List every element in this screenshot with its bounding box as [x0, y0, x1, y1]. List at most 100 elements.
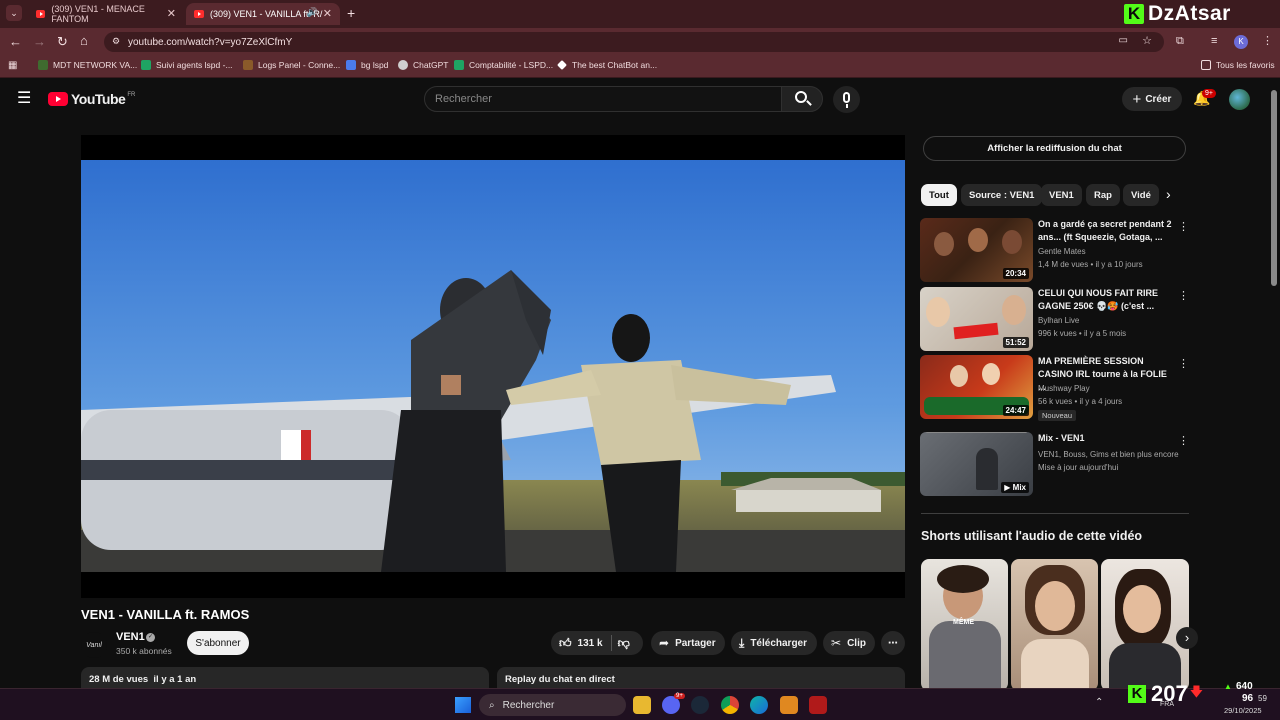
- recommendation-item[interactable]: ▶ Mix Mix - VEN1 VEN1, Bouss, Gims et bi…: [920, 432, 1190, 496]
- more-options-icon[interactable]: ⋮: [1178, 220, 1189, 233]
- views-and-date: 28 M de vues il y a 1 an: [89, 674, 197, 685]
- shorts-next-button[interactable]: ›: [1176, 627, 1198, 649]
- search-icon-handle: [806, 100, 812, 106]
- chip-videos[interactable]: Vidé: [1123, 184, 1159, 206]
- share-button[interactable]: ➦ Partager: [651, 631, 725, 655]
- video-thumbnail[interactable]: 24:47: [920, 355, 1033, 419]
- chrome-icon[interactable]: [721, 696, 739, 714]
- edge-icon[interactable]: [750, 696, 768, 714]
- taskbar-search-label: Rechercher: [502, 699, 555, 711]
- channel-logo-text: Vanıl: [86, 641, 102, 649]
- windows-start-icon[interactable]: [455, 697, 471, 713]
- video-title[interactable]: On a gardé ça secret pendant 2 ans... (f…: [1038, 218, 1174, 244]
- cast-icon[interactable]: ▭: [1119, 35, 1128, 46]
- clock-date[interactable]: 29/10/2025: [1224, 706, 1262, 715]
- tab-search-dropdown-icon[interactable]: ⌄: [6, 5, 22, 21]
- recommendation-item[interactable]: 51:52 CELUI QUI NOUS FAIT RIRE GAGNE 250…: [920, 287, 1190, 351]
- new-tab-button[interactable]: +: [347, 5, 355, 21]
- bookmark-mdt[interactable]: MDT NETWORK VA...: [38, 60, 137, 70]
- short-thumbnail[interactable]: MÊME: [921, 559, 1008, 691]
- thumb-figure: [968, 228, 988, 252]
- channel-name[interactable]: Bylhan Live: [1038, 316, 1079, 325]
- video-title[interactable]: Mix - VEN1: [1038, 432, 1174, 445]
- file-explorer-icon[interactable]: [633, 696, 651, 714]
- video-player[interactable]: [81, 135, 905, 598]
- tab-vanilla[interactable]: (309) VEN1 - VANILLA ft. R/ 🔊 ✕: [186, 3, 340, 25]
- bookmark-logs[interactable]: Logs Panel - Conne...: [243, 60, 340, 70]
- bookmark-chatbot[interactable]: The best ChatBot an...: [557, 60, 657, 70]
- create-button[interactable]: + Créer: [1122, 87, 1182, 111]
- more-options-icon[interactable]: ⋮: [1178, 357, 1189, 370]
- stat-up-icon: ▲: [1224, 682, 1232, 691]
- account-avatar[interactable]: [1229, 89, 1250, 110]
- video-title[interactable]: CELUI QUI NOUS FAIT RIRE GAGNE 250€ 💀🥵 (…: [1038, 287, 1174, 313]
- chips-next-icon[interactable]: ›: [1166, 186, 1171, 202]
- youtube-favicon-icon: [194, 10, 204, 18]
- chip-all[interactable]: Tout: [921, 184, 957, 206]
- youtube-logo[interactable]: YouTube FR: [48, 91, 135, 107]
- all-favorites[interactable]: Tous les favoris: [1201, 60, 1275, 70]
- bookmark-bg-lspd[interactable]: bg lspd: [346, 60, 388, 70]
- subscribe-button[interactable]: S'abonner: [187, 631, 249, 655]
- taskbar-search[interactable]: ⌕ Rechercher: [479, 694, 626, 716]
- show-chat-replay-button[interactable]: Afficher la rediffusion du chat: [923, 136, 1186, 161]
- forward-icon[interactable]: →: [33, 34, 46, 49]
- voice-search-button[interactable]: [833, 86, 860, 113]
- steam-icon[interactable]: [691, 696, 709, 714]
- chip-rap[interactable]: Rap: [1086, 184, 1120, 206]
- channel-name[interactable]: Gentle Mates: [1038, 247, 1086, 256]
- url-field[interactable]: ⚙ youtube.com/watch?v=yo7ZeXlCfmY ▭ ☆: [104, 32, 1164, 52]
- chip-source-ven1[interactable]: Source : VEN1: [961, 184, 1043, 206]
- tab-audio-icon[interactable]: 🔊: [307, 7, 318, 18]
- home-icon[interactable]: ⌂: [80, 33, 88, 48]
- mix-thumbnail[interactable]: ▶ Mix: [920, 432, 1033, 496]
- back-icon[interactable]: ←: [9, 34, 22, 49]
- recommendation-item[interactable]: 24:47 MA PREMIÈRE SESSION CASINO IRL tou…: [920, 355, 1190, 421]
- profile-avatar[interactable]: K: [1234, 35, 1248, 49]
- extensions-icon[interactable]: ⧉: [1176, 35, 1184, 48]
- tab-menace-fantome[interactable]: (309) VEN1 - MENACE FANTOM ✕: [28, 3, 184, 25]
- search-input[interactable]: Rechercher: [424, 86, 782, 112]
- dislike-button[interactable]: 👎︎: [618, 636, 630, 651]
- short-thumbnail[interactable]: [1011, 559, 1098, 691]
- app-icon[interactable]: [780, 696, 798, 714]
- browser-menu-icon[interactable]: ⋮: [1262, 34, 1273, 47]
- youtube-play-icon: [48, 92, 68, 106]
- clip-button[interactable]: ✂ Clip: [823, 631, 875, 655]
- short-thumbnail[interactable]: [1101, 559, 1189, 691]
- bookmark-suivi[interactable]: Suivi agents lspd -...: [141, 60, 233, 70]
- page-scrollbar[interactable]: [1271, 90, 1277, 286]
- thumbs-down-icon: 👎︎: [617, 635, 630, 650]
- hamburger-menu-icon[interactable]: ☰: [17, 88, 31, 108]
- plus-icon: +: [1132, 90, 1142, 108]
- bookmark-comptabilite[interactable]: Comptabilité - LSPD...: [454, 60, 553, 70]
- video-frame[interactable]: [81, 160, 905, 572]
- bookmark-star-icon[interactable]: ☆: [1142, 34, 1152, 47]
- search-button[interactable]: [781, 86, 823, 112]
- sheets-icon: [454, 60, 464, 70]
- reload-icon[interactable]: ↻: [57, 34, 68, 50]
- game-launcher-icon[interactable]: [809, 696, 827, 714]
- channel-name[interactable]: VEN1: [116, 631, 145, 643]
- recommendation-item[interactable]: 20:34 On a gardé ça secret pendant 2 ans…: [920, 218, 1190, 282]
- channel-avatar[interactable]: Vanıl: [81, 632, 107, 658]
- channel-name[interactable]: Mushway Play: [1038, 384, 1090, 393]
- chip-ven1[interactable]: VEN1: [1041, 184, 1082, 206]
- site-info-icon[interactable]: ⚙: [112, 36, 120, 47]
- video-thumbnail[interactable]: 20:34: [920, 218, 1033, 282]
- more-options-icon[interactable]: ⋮: [1178, 434, 1189, 447]
- more-options-icon[interactable]: ⋮: [1178, 289, 1189, 302]
- sheets-icon: [141, 60, 151, 70]
- media-controls-icon[interactable]: ≡: [1211, 35, 1217, 47]
- like-button[interactable]: 👍︎ 131 k: [551, 636, 603, 651]
- tab-close-icon[interactable]: ✕: [323, 7, 332, 20]
- live-chat-replay-label: Replay du chat en direct: [505, 674, 615, 685]
- video-thumbnail[interactable]: 51:52: [920, 287, 1033, 351]
- download-button[interactable]: ⤓ Télécharger: [731, 631, 817, 655]
- clock-time[interactable]: 59: [1258, 694, 1267, 703]
- bookmark-chatgpt[interactable]: ChatGPT: [398, 60, 448, 70]
- more-actions-button[interactable]: ⋯: [881, 631, 905, 655]
- tab-close-icon[interactable]: ✕: [167, 7, 176, 20]
- tray-chevron-icon[interactable]: ⌃: [1095, 697, 1103, 708]
- apps-grid-icon[interactable]: ▦: [8, 60, 17, 71]
